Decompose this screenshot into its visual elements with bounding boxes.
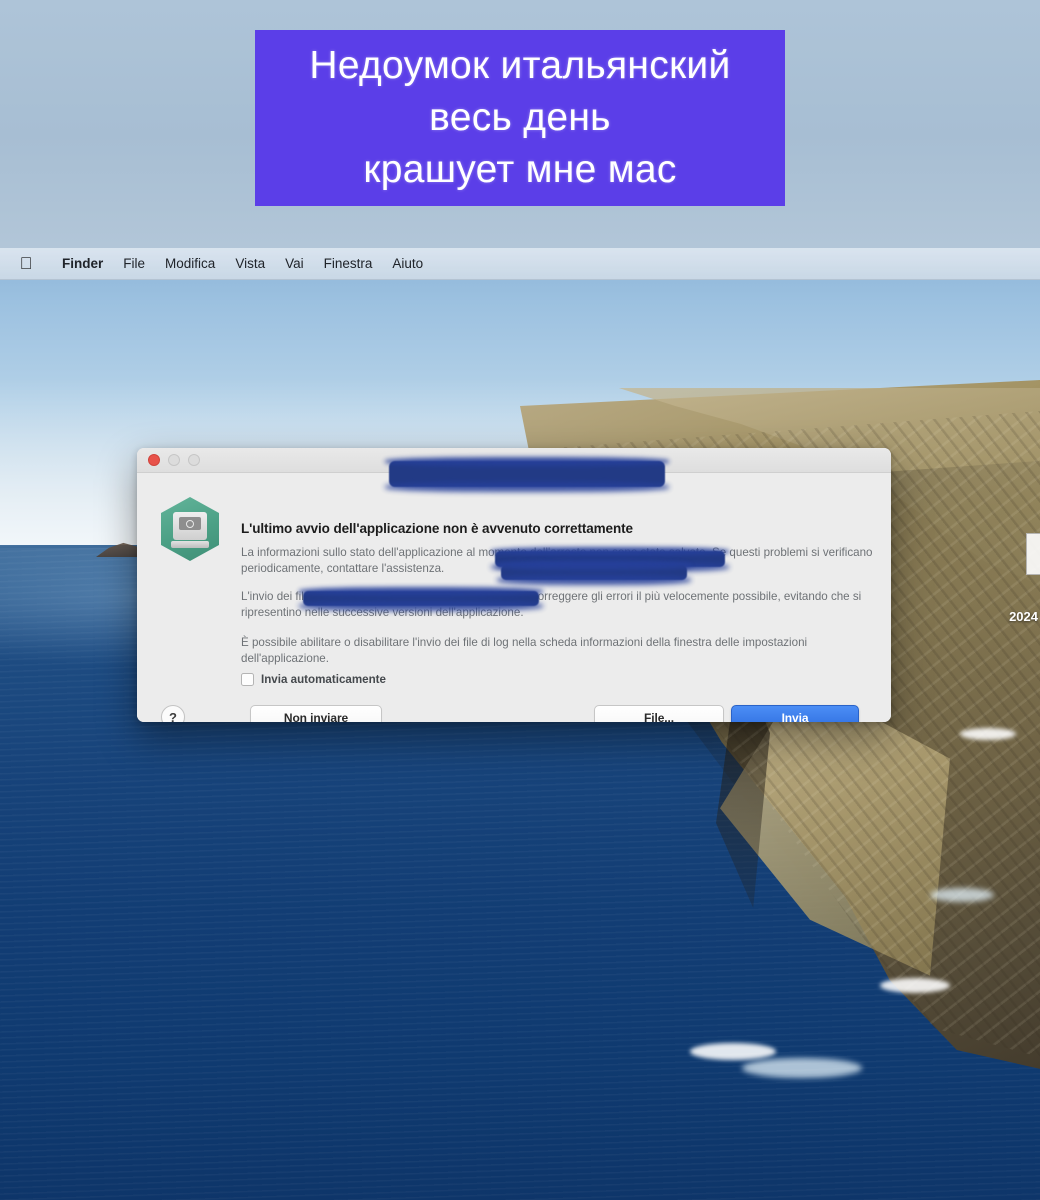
crash-reporter-dialog[interactable]: L'ultimo avvio dell'applicazione non è a… [137, 448, 891, 722]
redaction-scribble-3 [501, 565, 687, 580]
wallpaper-surf-5 [960, 728, 1016, 740]
minimize-button-icon[interactable] [168, 454, 180, 466]
menu-item-finestra[interactable]: Finestra [314, 256, 383, 271]
meme-caption-box: Недоумок итальянский весь день крашует м… [255, 30, 785, 206]
caption-line-3: крашует мне мас [363, 148, 677, 191]
auto-send-checkbox-label: Invia automaticamente [261, 673, 386, 686]
menu-item-vai[interactable]: Vai [275, 256, 314, 271]
dialog-paragraph-3: È possibile abilitare o disabilitare l'i… [241, 636, 808, 665]
caption-line-1: Недоумок итальянский [309, 44, 731, 87]
menu-item-vista[interactable]: Vista [225, 256, 275, 271]
app-icon-face [186, 520, 194, 528]
desktop-wallpaper [0, 248, 1040, 1200]
wallpaper-surf-1 [690, 1043, 776, 1060]
wallpaper-surf-3 [880, 978, 950, 993]
dialog-title: L'ultimo avvio dell'applicazione non è a… [241, 521, 633, 536]
menu-bar[interactable]:  Finder File Modifica Vista Vai Finestr… [0, 248, 1040, 280]
desktop:  Finder File Modifica Vista Vai Finestr… [0, 248, 1040, 1200]
menu-item-file[interactable]: File [113, 256, 155, 271]
auto-send-checkbox-row[interactable]: Invia automaticamente [241, 673, 386, 686]
redaction-scribble-4 [303, 591, 539, 606]
wallpaper-surf-2 [742, 1058, 862, 1078]
edge-panel-fragment[interactable] [1026, 533, 1040, 575]
menu-item-aiuto[interactable]: Aiuto [382, 256, 433, 271]
auto-send-checkbox[interactable] [241, 673, 254, 686]
wallpaper-surf-4 [930, 888, 994, 902]
menu-item-modifica[interactable]: Modifica [155, 256, 225, 271]
edge-date-label: 2024 [1009, 609, 1038, 624]
caption-line-2: весь день [429, 96, 611, 139]
apple-logo-icon[interactable]:  [18, 255, 34, 272]
close-button-icon[interactable] [148, 454, 160, 466]
menu-item-finder[interactable]: Finder [52, 256, 113, 271]
caption-band: Недоумок итальянский весь день крашует м… [0, 0, 1040, 248]
dialog-button-row: ? Non inviare File... Invia [137, 705, 891, 722]
app-icon-base [171, 541, 209, 548]
send-button[interactable]: Invia [731, 705, 859, 722]
app-icon [161, 497, 219, 561]
dont-send-button[interactable]: Non inviare [250, 705, 382, 722]
help-button[interactable]: ? [161, 705, 185, 722]
file-button[interactable]: File... [594, 705, 724, 722]
maximize-button-icon[interactable] [188, 454, 200, 466]
redaction-scribble-1 [389, 461, 665, 487]
dialog-body: L'ultimo avvio dell'applicazione non è a… [137, 461, 891, 722]
